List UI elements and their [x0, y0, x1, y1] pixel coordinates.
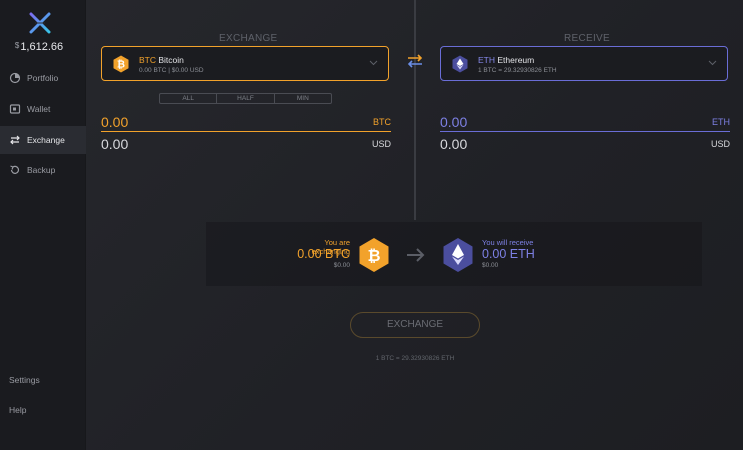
arrow-right-icon [407, 248, 425, 262]
balance-currency: $ [14, 41, 20, 50]
portfolio-icon [9, 72, 21, 84]
to-asset-name: ETH Ethereum [478, 55, 534, 65]
sidebar-item-exchange[interactable]: Exchange [0, 126, 86, 154]
sidebar-item-label: Portfolio [27, 73, 59, 83]
sidebar: $1,612.66 Portfolio Wallet Exchange Back… [0, 0, 86, 450]
bitcoin-icon: ₿ [359, 238, 389, 272]
chevron-down-icon [369, 60, 378, 66]
to-fiat-amount-input[interactable]: 0.00 USD [440, 136, 730, 154]
portfolio-balance: $1,612.66 [0, 41, 78, 53]
svg-text:₿: ₿ [117, 59, 125, 71]
receive-column-title: RECEIVE [564, 33, 611, 44]
receive-usd: $0.00 [482, 262, 499, 269]
settings-link[interactable]: Settings [9, 375, 40, 385]
to-crypto-amount-input[interactable]: 0.00 ETH [440, 114, 730, 132]
to-fiat-amount: 0.00 [440, 136, 468, 152]
all-button[interactable]: ALL [160, 94, 218, 103]
help-link[interactable]: Help [9, 405, 26, 415]
from-crypto-amount: 0.00 [101, 114, 129, 130]
chevron-down-icon [708, 60, 717, 66]
backup-icon [10, 165, 20, 174]
to-asset-fullname: Ethereum [497, 55, 535, 65]
amount-preset-group: ALL HALF MIN [159, 93, 332, 104]
receive-label: You will receive [482, 238, 534, 247]
wallet-icon [9, 104, 21, 114]
exchanging-amount: 0.00 BTC [297, 247, 350, 261]
from-asset-ticker: BTC [139, 55, 156, 65]
from-fiat-amount-input[interactable]: 0.00 USD [101, 136, 391, 154]
column-divider [414, 0, 416, 220]
balance-amount: 1,612.66 [20, 41, 64, 53]
half-button[interactable]: HALF [217, 94, 275, 103]
to-fiat-unit: USD [710, 139, 730, 149]
sidebar-item-label: Backup [27, 165, 56, 175]
bitcoin-icon: ₿ [113, 55, 129, 73]
ethereum-icon [443, 238, 473, 272]
from-asset-fullname: Bitcoin [158, 55, 184, 65]
to-asset-ticker: ETH [478, 55, 495, 65]
sidebar-item-portfolio[interactable]: Portfolio [0, 64, 86, 92]
from-crypto-unit: BTC [373, 117, 391, 127]
from-asset-selector[interactable]: ₿ BTC Bitcoin 0.00 BTC | $0.00 USD [101, 46, 389, 81]
from-asset-name: BTC Bitcoin [139, 55, 184, 65]
from-crypto-underline [101, 131, 391, 132]
exchanging-usd: $0.00 [333, 262, 350, 269]
to-crypto-underline [440, 131, 730, 132]
to-crypto-amount: 0.00 [440, 114, 468, 130]
exodus-logo-icon [29, 12, 51, 34]
svg-text:₿: ₿ [367, 246, 380, 265]
from-asset-balance: 0.00 BTC | $0.00 USD [139, 67, 204, 74]
sidebar-item-backup[interactable]: Backup [0, 156, 86, 184]
sidebar-item-wallet[interactable]: Wallet [0, 95, 86, 123]
sidebar-item-label: Wallet [27, 104, 51, 114]
exchange-panel: EXCHANGE RECEIVE ₿ BTC Bitcoin 0.00 BTC … [86, 0, 743, 450]
swap-arrows-icon[interactable] [405, 51, 425, 71]
exchange-column-title: EXCHANGE [219, 33, 278, 44]
to-asset-rate: 1 BTC = 29.32930826 ETH [478, 67, 557, 74]
exchange-button[interactable]: EXCHANGE [350, 312, 480, 338]
min-button[interactable]: MIN [275, 94, 331, 103]
receive-amount: 0.00 ETH [482, 247, 535, 261]
to-asset-selector[interactable]: ETH Ethereum 1 BTC = 29.32930826 ETH [440, 46, 728, 81]
from-crypto-amount-input[interactable]: 0.00 BTC [101, 114, 391, 132]
ethereum-icon [452, 55, 468, 73]
app-window: $1,612.66 Portfolio Wallet Exchange Back… [0, 0, 743, 450]
to-crypto-unit: ETH [712, 117, 730, 127]
from-fiat-unit: USD [371, 139, 391, 149]
exchange-icon [10, 135, 20, 145]
from-fiat-amount: 0.00 [101, 136, 129, 152]
sidebar-item-label: Exchange [27, 135, 65, 145]
exchange-rate-footer: 1 BTC = 29.32930826 ETH [375, 355, 455, 362]
